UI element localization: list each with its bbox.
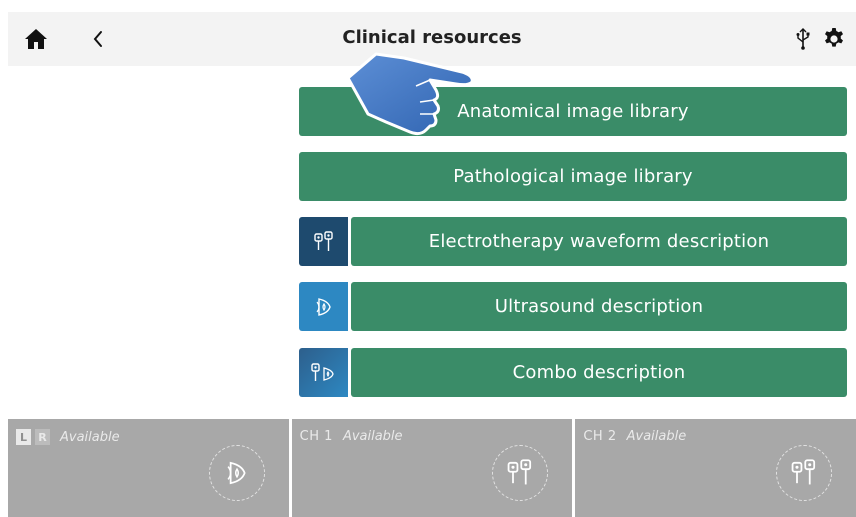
settings-button[interactable] [820,25,848,53]
electrotherapy-description-button[interactable]: Electrotherapy waveform description [299,217,847,266]
electrodes-icon [791,459,816,485]
electrotherapy-icon [313,230,333,251]
page-title: Clinical resources [342,27,522,48]
ultrasound-channel-panel[interactable]: L R Available [8,419,289,517]
ultrasound-icon [316,297,331,316]
channel-label: CH 2 [583,429,617,444]
usb-indicator[interactable] [792,26,814,52]
screen: Clinical resources Anatomical image libr… [8,12,856,517]
channel-label: CH 1 [299,429,333,444]
combo-tile [299,348,348,397]
channel-status: Available [626,429,687,444]
channel-status: Available [60,429,120,445]
channel-1-panel[interactable]: CH 1 Available [291,419,573,517]
channel-icon-ring [492,445,549,501]
channel-tag: CH 2 Available [583,429,686,444]
electrodes-icon [507,459,532,485]
combo-icon [310,362,334,381]
left-indicator: L [16,429,31,445]
header-bar: Clinical resources [8,12,856,66]
menu-label: Ultrasound description [351,282,847,331]
channel-icon-ring [776,445,833,501]
ultrasound-description-button[interactable]: Ultrasound description [299,282,847,331]
menu-label: Pathological image library [299,152,847,201]
right-indicator: R [35,429,50,445]
channel-icon-ring [208,445,265,501]
menu-label: Combo description [351,348,847,397]
channel-tag: L R Available [16,429,120,445]
gear-icon [825,28,843,47]
menu-label: Electrotherapy waveform description [351,217,847,266]
channel-2-panel[interactable]: CH 2 Available [575,419,856,517]
channel-tag: CH 1 Available [300,429,403,444]
usb-icon [796,28,810,50]
channel-status: Available [342,429,403,444]
electrotherapy-tile [299,217,348,266]
anatomical-library-button[interactable]: Anatomical image library [299,87,847,136]
ultrasound-icon [227,461,246,485]
menu-label: Anatomical image library [299,87,847,136]
pathological-library-button[interactable]: Pathological image library [299,152,847,201]
ultrasound-tile [299,282,348,331]
combo-description-button[interactable]: Combo description [299,348,847,397]
channel-status-bar: L R Available CH 1 Available CH 2 Availa… [8,419,856,517]
